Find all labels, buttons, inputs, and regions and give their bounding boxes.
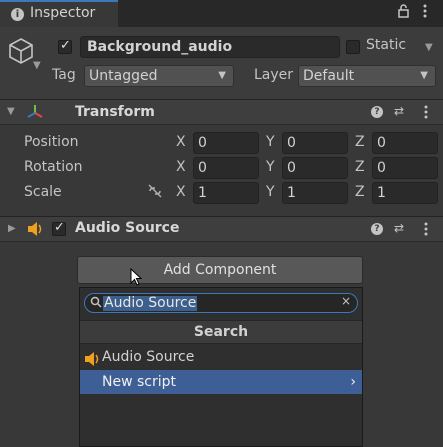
chevron-down-icon: ▼ bbox=[420, 70, 428, 81]
tag-dropdown[interactable]: Untagged ▼ bbox=[84, 65, 234, 87]
result-item-audio-source[interactable]: Audio Source bbox=[80, 345, 362, 369]
foldout-expanded-icon[interactable]: ▼ bbox=[7, 106, 15, 117]
scale-label: Scale bbox=[24, 184, 62, 200]
transform-axes-icon bbox=[26, 103, 44, 125]
tag-value: Untagged bbox=[89, 68, 158, 84]
result-item-new-script[interactable]: New script › bbox=[80, 370, 362, 394]
axis-z-label: Z bbox=[355, 159, 365, 175]
tag-label: Tag bbox=[52, 67, 76, 83]
active-checkbox[interactable] bbox=[58, 38, 72, 54]
transform-header[interactable]: ▼ Transform ? ⇄ bbox=[0, 99, 443, 125]
rotation-label: Rotation bbox=[24, 159, 83, 175]
tab-inspector[interactable]: i Inspector bbox=[0, 0, 118, 27]
rotation-z-field[interactable]: 0 bbox=[372, 157, 438, 179]
axis-z-label: Z bbox=[355, 134, 365, 150]
position-y-field[interactable]: 0 bbox=[282, 132, 348, 154]
foldout-collapsed-icon[interactable]: ▶ bbox=[8, 223, 16, 234]
kebab-menu-icon[interactable] bbox=[424, 105, 428, 123]
add-component-popup: Audio Source × Search Audio Source New s… bbox=[79, 287, 363, 447]
search-icon bbox=[90, 296, 102, 312]
position-label: Position bbox=[24, 134, 79, 150]
axis-z-label: Z bbox=[355, 184, 365, 200]
chevron-down-icon: ▼ bbox=[218, 70, 226, 81]
layer-dropdown[interactable]: Default ▼ bbox=[298, 65, 436, 87]
kebab-menu-icon[interactable] bbox=[423, 4, 427, 22]
layer-label: Layer bbox=[254, 67, 294, 83]
lock-icon[interactable] bbox=[398, 4, 409, 22]
info-icon: i bbox=[11, 8, 24, 21]
audio-source-header[interactable]: ▶ Audio Source ? ⇄ bbox=[0, 216, 443, 242]
audio-source-enabled-checkbox[interactable] bbox=[52, 220, 66, 236]
preset-sliders-icon[interactable]: ⇄ bbox=[394, 104, 404, 118]
kebab-menu-icon[interactable] bbox=[424, 222, 428, 240]
axis-x-label: X bbox=[176, 184, 186, 200]
scale-x-field[interactable]: 1 bbox=[193, 182, 259, 204]
axis-x-label: X bbox=[176, 159, 186, 175]
position-x-field[interactable]: 0 bbox=[193, 132, 259, 154]
help-icon[interactable]: ? bbox=[371, 106, 383, 118]
speaker-icon bbox=[27, 222, 43, 240]
scale-z-field[interactable]: 1 bbox=[372, 182, 438, 204]
gameobject-cube-icon[interactable] bbox=[8, 37, 36, 71]
axis-y-label: Y bbox=[266, 159, 275, 175]
add-component-button[interactable]: Add Component bbox=[77, 256, 363, 284]
component-search-input[interactable]: Audio Source × bbox=[84, 293, 358, 313]
search-section-title: Search bbox=[80, 320, 362, 344]
transform-title: Transform bbox=[75, 104, 155, 120]
constrain-proportions-icon[interactable] bbox=[147, 184, 163, 202]
position-z-field[interactable]: 0 bbox=[372, 132, 438, 154]
object-name-field[interactable]: Background_audio bbox=[80, 36, 340, 58]
static-dropdown-icon[interactable]: ▼ bbox=[425, 42, 433, 53]
result-label: New script bbox=[102, 374, 176, 390]
axis-x-label: X bbox=[176, 134, 186, 150]
tab-bar: i Inspector bbox=[0, 0, 443, 28]
audio-source-title: Audio Source bbox=[75, 220, 180, 236]
object-header: ▼ Background_audio Static ▼ Tag Untagged… bbox=[0, 27, 443, 100]
tab-label: Inspector bbox=[30, 5, 96, 21]
static-label: Static bbox=[366, 37, 407, 53]
help-icon[interactable]: ? bbox=[371, 223, 383, 235]
search-text: Audio Source bbox=[103, 295, 198, 311]
result-label: Audio Source bbox=[102, 349, 195, 365]
static-checkbox[interactable] bbox=[346, 40, 360, 54]
icon-dropdown-caret-icon[interactable]: ▼ bbox=[33, 60, 41, 71]
mouse-cursor-icon bbox=[130, 267, 143, 290]
scale-y-field[interactable]: 1 bbox=[282, 182, 348, 204]
rotation-x-field[interactable]: 0 bbox=[193, 157, 259, 179]
preset-sliders-icon[interactable]: ⇄ bbox=[394, 221, 404, 235]
axis-y-label: Y bbox=[266, 184, 275, 200]
axis-y-label: Y bbox=[266, 134, 275, 150]
layer-value: Default bbox=[303, 68, 355, 84]
rotation-y-field[interactable]: 0 bbox=[282, 157, 348, 179]
clear-search-icon[interactable]: × bbox=[341, 294, 351, 308]
chevron-right-icon: › bbox=[350, 374, 356, 390]
